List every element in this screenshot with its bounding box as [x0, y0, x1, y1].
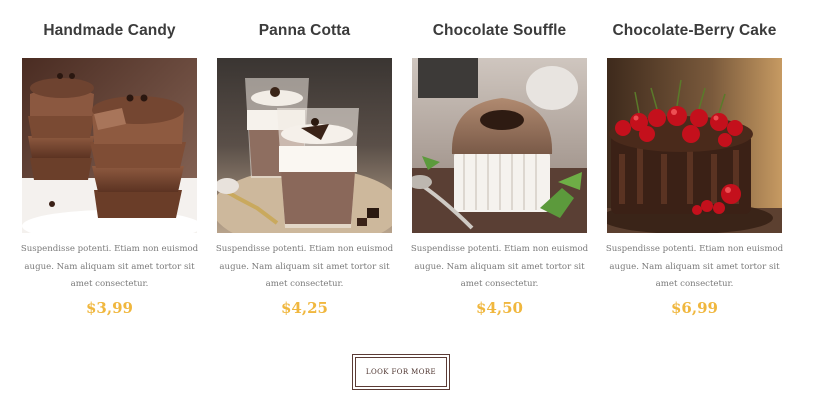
product-image[interactable] [22, 58, 197, 233]
product-description: Suspendisse potenti. Etiam non euismod a… [605, 244, 784, 289]
product-price: $4,25 [281, 299, 328, 317]
product-description: Suspendisse potenti. Etiam non euismod a… [410, 244, 589, 289]
chocolate-souffle-photo [412, 58, 587, 233]
product-title[interactable]: Chocolate-Berry Cake [587, 22, 802, 40]
chocolate-berry-cake-photo [607, 58, 782, 233]
product-image[interactable] [607, 58, 782, 233]
product-description: Suspendisse potenti. Etiam non euismod a… [215, 244, 394, 289]
product-grid: Handmade Candy Suspendisse potenti. Etia… [20, 0, 784, 330]
product-image[interactable] [412, 58, 587, 233]
product-title[interactable]: Handmade Candy [2, 22, 217, 40]
product-price: $3,99 [86, 299, 133, 317]
look-for-more-label: LOOK FOR MORE [365, 368, 437, 376]
handmade-candy-photo [22, 58, 197, 233]
product-price: $6,99 [671, 299, 718, 317]
product-image[interactable] [217, 58, 392, 233]
product-title[interactable]: Panna Cotta [197, 22, 412, 40]
product-description: Suspendisse potenti. Etiam non euismod a… [20, 244, 199, 289]
product-price: $4,50 [476, 299, 523, 317]
look-for-more-button[interactable]: LOOK FOR MORE [352, 354, 450, 390]
panna-cotta-photo [217, 58, 392, 233]
product-title[interactable]: Chocolate Souffle [392, 22, 607, 40]
